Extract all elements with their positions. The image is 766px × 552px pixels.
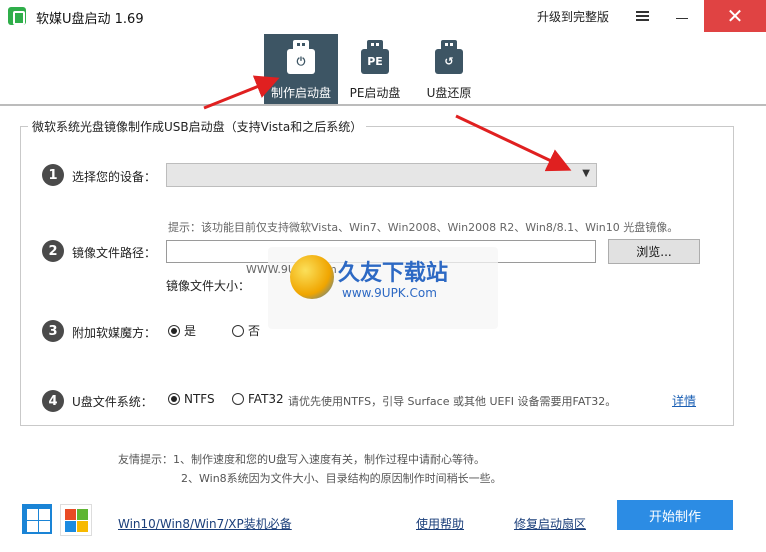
window-title: 软媒U盘启动 1.69 <box>36 12 144 27</box>
browse-button[interactable]: 浏览... <box>608 239 700 264</box>
start-button[interactable]: 开始制作 <box>617 500 733 530</box>
chevron-down-icon: ▼ <box>582 168 590 179</box>
tab-label: PE启动盘 <box>349 86 401 100</box>
toolbar: ⏻ 制作启动盘 PE PE启动盘 ↺ U盘还原 <box>0 34 766 104</box>
radio-unchecked-icon <box>232 393 244 405</box>
ntfs-radio[interactable]: NTFS <box>168 392 215 406</box>
watermark: WWW.9UPK.com 久友下载站 www.9UPK.Com <box>246 247 498 329</box>
systems-link[interactable]: Win10/Win8/Win7/XP装机必备 <box>118 515 292 532</box>
radio-checked-icon <box>168 324 180 337</box>
windows-10-logo-icon[interactable] <box>22 504 52 534</box>
image-path-label: 镜像文件路径： <box>72 246 157 260</box>
filesystem-note: 请优先使用NTFS，引导 Surface 或其他 UEFI 设备需要用FAT32… <box>288 395 617 408</box>
tab-usb-restore[interactable]: ↺ U盘还原 <box>412 34 486 104</box>
tab-label: U盘还原 <box>426 86 472 100</box>
supported-images-hint: 提示：该功能目前仅支持微软Vista、Win7、Win2008、Win2008 … <box>168 221 679 234</box>
repair-boot-sector-link[interactable]: 修复启动扇区 <box>514 515 586 532</box>
tab-pe-boot-disk[interactable]: PE PE启动盘 <box>338 34 412 104</box>
device-label: 选择您的设备： <box>72 170 157 184</box>
minimize-button[interactable] <box>668 0 696 32</box>
help-link[interactable]: 使用帮助 <box>416 515 464 532</box>
toolbar-divider <box>0 104 766 106</box>
addon-yes-radio[interactable]: 是 <box>168 322 196 339</box>
upgrade-link[interactable]: 升级到完整版 <box>537 8 609 25</box>
group-title: 微软系统光盘镜像制作成USB启动盘（支持Vista和之后系统） <box>28 118 367 135</box>
step-1-badge: 1 <box>42 164 64 186</box>
windows-7-logo-icon[interactable] <box>60 504 92 536</box>
fat32-radio[interactable]: FAT32 <box>232 392 284 406</box>
radio-checked-icon <box>168 393 180 405</box>
watermark-url: www.9UPK.Com <box>342 286 437 300</box>
details-link[interactable]: 详情 <box>672 392 696 409</box>
tips-line-1: 友情提示：1、制作速度和您的U盘写入速度有关，制作过程中请耐心等待。 <box>118 453 486 466</box>
tips-line-2: 2、Win8系统因为文件大小、目录结构的原因制作时间稍长一些。 <box>181 472 502 485</box>
close-button[interactable]: ✕ <box>704 0 766 32</box>
close-icon: ✕ <box>726 4 744 28</box>
image-size-label: 镜像文件大小： <box>166 279 251 293</box>
radio-unchecked-icon <box>232 324 244 337</box>
pe-usb-icon: PE <box>358 40 392 76</box>
tab-make-boot-disk[interactable]: ⏻ 制作启动盘 <box>264 34 338 104</box>
addon-no-radio[interactable]: 否 <box>232 322 260 339</box>
watermark-name: 久友下载站 <box>338 261 449 286</box>
restore-usb-icon: ↺ <box>432 40 466 76</box>
hamburger-icon <box>635 11 649 21</box>
device-select[interactable]: ▼ <box>166 163 597 187</box>
power-usb-icon: ⏻ <box>284 40 318 76</box>
minimize-icon <box>676 17 688 19</box>
step-3-badge: 3 <box>42 320 64 342</box>
step-4-badge: 4 <box>42 390 64 412</box>
step-2-badge: 2 <box>42 240 64 262</box>
menu-button[interactable] <box>628 0 656 32</box>
title-bar: 软媒U盘启动 1.69 升级到完整版 ✕ <box>0 0 766 34</box>
app-icon <box>8 7 26 25</box>
globe-logo-icon <box>290 255 334 299</box>
tab-label: 制作启动盘 <box>270 86 331 100</box>
filesystem-label: U盘文件系统： <box>72 395 153 409</box>
addon-label: 附加软媒魔方： <box>72 326 157 340</box>
